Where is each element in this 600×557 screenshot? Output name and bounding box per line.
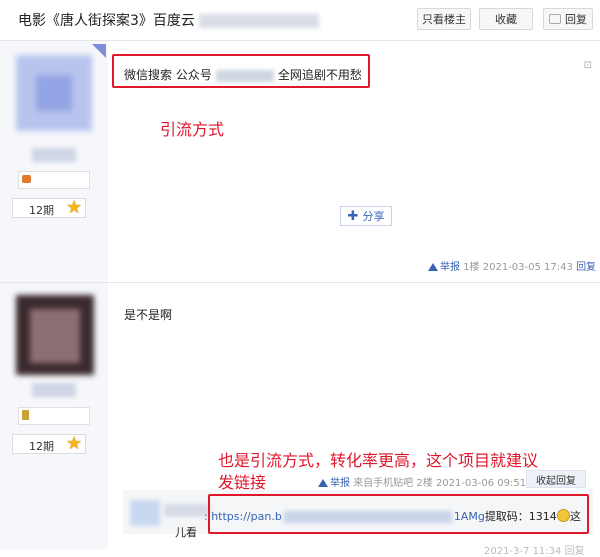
annotation-2-line1: 也是引流方式，转化率更高，这个项目就建议 [218, 451, 539, 470]
post-time: 2021-03-05 17:43 [482, 262, 573, 273]
author-name-blurred[interactable] [32, 148, 76, 162]
share-icon: ✚ [347, 208, 359, 224]
report-link[interactable]: 举报 [318, 478, 350, 489]
annotation-1: 引流方式 [160, 120, 225, 139]
floor-number: 2楼 [416, 478, 433, 489]
corner-ribbon [92, 44, 106, 58]
share-label: 分享 [362, 210, 385, 223]
comment-icon [549, 14, 561, 24]
author-name-blurred[interactable] [32, 383, 76, 397]
reply-button[interactable]: 回复 [543, 8, 593, 30]
report-link[interactable]: 举报 [428, 262, 460, 273]
post-2-meta: 举报 来自手机贴吧 2楼 2021-03-06 09:51 [318, 474, 526, 489]
level-badge: 12期 ★ [12, 197, 86, 218]
reply-link[interactable]: 回复 [576, 262, 596, 273]
author-sidebar: 12期 ★ [0, 283, 108, 549]
game-icon [22, 175, 31, 183]
copy-icon[interactable]: ⊡ [584, 60, 592, 71]
author-badge [18, 171, 90, 189]
level-badge: 12期 ★ [12, 433, 86, 454]
level-label: 12期 [29, 204, 54, 217]
author-sidebar: 12期 ★ [0, 41, 108, 282]
author-badge [18, 407, 90, 425]
highlight-box-2 [208, 494, 589, 534]
sub-reply-avatar[interactable] [130, 500, 160, 526]
warning-icon [318, 479, 328, 487]
star-icon: ★ [66, 433, 83, 454]
only-op-button[interactable]: 只看楼主 [417, 8, 471, 30]
thread-title-text: 电影《唐人街探案3》百度云 [18, 13, 195, 29]
star-icon: ★ [66, 197, 83, 218]
warning-icon [428, 263, 438, 271]
post-time: 2021-03-06 09:51 [435, 478, 527, 489]
level-label: 12期 [29, 440, 54, 453]
highlight-box-1 [112, 54, 370, 88]
collapse-replies-button[interactable]: 收起回复 [526, 470, 586, 488]
badge-icon [22, 410, 29, 420]
avatar[interactable] [16, 55, 92, 131]
blurred-title-part [198, 14, 319, 28]
share-button[interactable]: ✚ 分享 [340, 206, 392, 226]
thread-title: 电影《唐人街探案3》百度云 [18, 10, 319, 30]
post-1-meta: 举报 1楼 2021-03-05 17:43 回复 [428, 258, 596, 273]
post-2-text: 是不是啊 [124, 308, 173, 322]
favorite-button[interactable]: 收藏 [479, 8, 533, 30]
floor-number: 1楼 [463, 262, 480, 273]
sub-reply-wrap: 儿看 [175, 526, 197, 539]
post-source: 来自手机贴吧 [353, 478, 414, 489]
avatar[interactable] [16, 295, 94, 375]
sub-reply-meta: 2021-3-7 11:34 回复 [484, 546, 585, 557]
thread-header: 电影《唐人街探案3》百度云 只看楼主 收藏 回复 [0, 0, 600, 41]
reply-button-label: 回复 [565, 13, 587, 26]
